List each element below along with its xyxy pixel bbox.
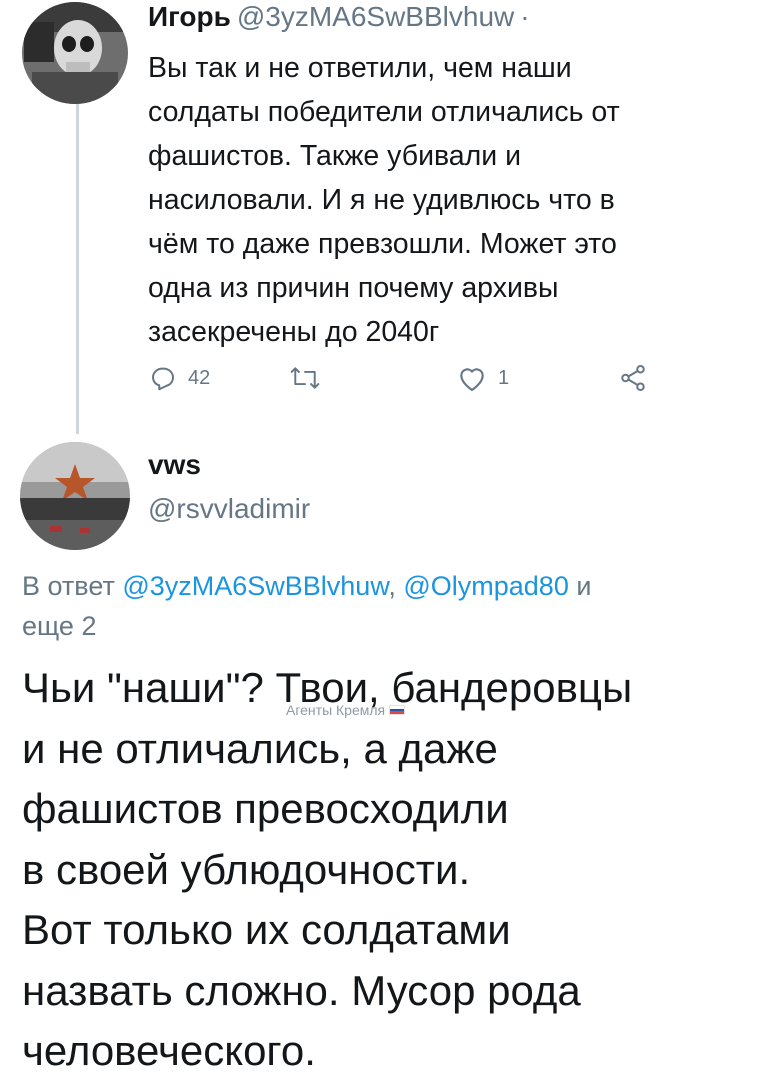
- like-button[interactable]: 1: [456, 360, 509, 396]
- tweet-text: Вы так и не ответили, чем наши солдаты п…: [148, 52, 620, 348]
- avatar[interactable]: [20, 442, 130, 550]
- reply-prefix: В ответ: [22, 571, 123, 601]
- reply-count: 42: [188, 366, 211, 389]
- mention-link[interactable]: @Olympad80: [403, 571, 568, 601]
- tweet-actions: 42 1: [148, 360, 668, 400]
- reply-button[interactable]: 42: [148, 360, 210, 396]
- reply-context: В ответ @3yzMA6SwBBlvhuw, @Olympad80 и е…: [22, 566, 742, 646]
- author-name[interactable]: Игорь: [148, 1, 231, 32]
- share-icon: [618, 363, 648, 393]
- heart-icon: [456, 363, 488, 393]
- author-handle[interactable]: @rsvvladimir: [148, 492, 310, 526]
- share-button[interactable]: [618, 360, 648, 396]
- author-handle[interactable]: @3yzMA6SwBBlvhuw: [237, 1, 514, 32]
- watermark: Агенты Кремля: [286, 702, 406, 718]
- avatar[interactable]: [22, 2, 128, 104]
- mention-link[interactable]: @3yzMA6SwBBlvhuw: [122, 571, 388, 601]
- russian-flag-icon: [389, 705, 406, 715]
- like-count: 1: [498, 366, 510, 389]
- author-name[interactable]: vws: [148, 448, 201, 482]
- thread-connector-line: [76, 104, 79, 434]
- retweet-button[interactable]: [288, 360, 332, 396]
- watermark-text: Агенты Кремля: [286, 702, 386, 718]
- tweet-text: Чьи "наши"? Твои, бандеровцы и не отлича…: [22, 664, 633, 1074]
- reply-icon: [148, 363, 178, 393]
- retweet-icon: [288, 363, 322, 393]
- separator-dot: ·: [520, 1, 530, 32]
- tweet-header: Игорь @3yzMA6SwBBlvhuw ·: [148, 0, 530, 34]
- mention-separator: ,: [388, 571, 404, 601]
